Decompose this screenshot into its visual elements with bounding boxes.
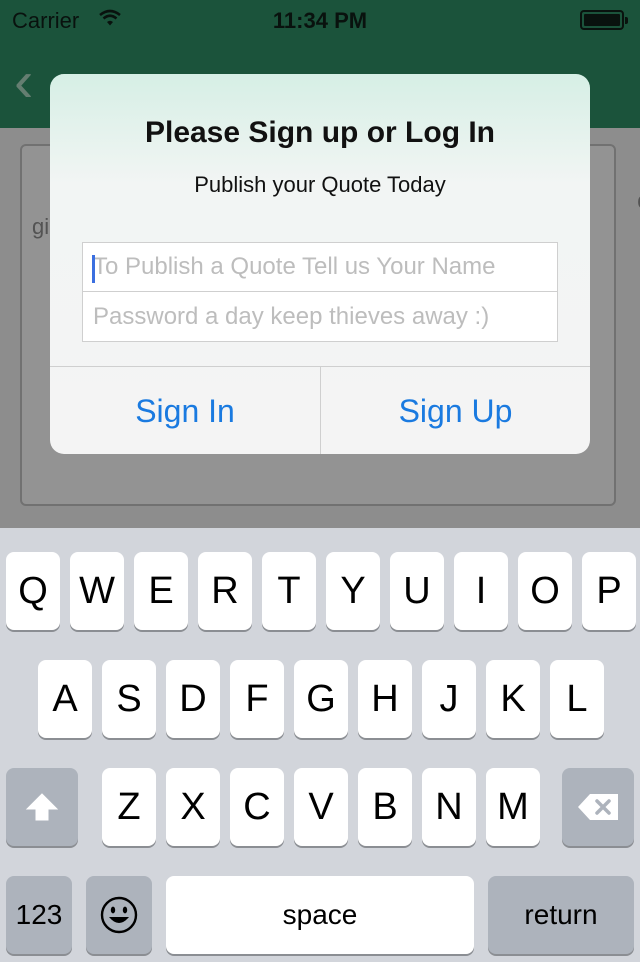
key-q[interactable]: Q: [6, 552, 60, 630]
alert-message: Publish your Quote Today: [194, 172, 446, 197]
key-k[interactable]: K: [486, 660, 540, 738]
key-r[interactable]: R: [198, 552, 252, 630]
key-d[interactable]: D: [166, 660, 220, 738]
key-j[interactable]: J: [422, 660, 476, 738]
key-a[interactable]: A: [38, 660, 92, 738]
backspace-icon[interactable]: [562, 768, 634, 846]
alert-button-bar: Sign In Sign Up: [50, 366, 590, 454]
sign-in-alert: Please Sign up or Log In Publish your Qu…: [50, 74, 590, 454]
key-x[interactable]: X: [166, 768, 220, 846]
return-key[interactable]: return: [488, 876, 634, 954]
key-u[interactable]: U: [390, 552, 444, 630]
emoji-icon[interactable]: [86, 876, 152, 954]
key-p[interactable]: P: [582, 552, 636, 630]
key-h[interactable]: H: [358, 660, 412, 738]
key-w[interactable]: W: [70, 552, 124, 630]
space-key[interactable]: space: [166, 876, 474, 954]
name-input[interactable]: [83, 243, 557, 291]
key-i[interactable]: I: [454, 552, 508, 630]
key-e[interactable]: E: [134, 552, 188, 630]
key-c[interactable]: C: [230, 768, 284, 846]
key-y[interactable]: Y: [326, 552, 380, 630]
password-input[interactable]: [83, 292, 557, 341]
key-g[interactable]: G: [294, 660, 348, 738]
key-n[interactable]: N: [422, 768, 476, 846]
name-field[interactable]: [82, 242, 558, 292]
numbers-key[interactable]: 123: [6, 876, 72, 954]
keyboard: Q W E R T Y U I O P A S D F G H J K L Z …: [0, 528, 640, 960]
key-z[interactable]: Z: [102, 768, 156, 846]
key-s[interactable]: S: [102, 660, 156, 738]
key-v[interactable]: V: [294, 768, 348, 846]
text-caret: [92, 255, 95, 283]
key-f[interactable]: F: [230, 660, 284, 738]
sign-in-button[interactable]: Sign In: [50, 367, 320, 454]
key-b[interactable]: B: [358, 768, 412, 846]
key-m[interactable]: M: [486, 768, 540, 846]
sign-up-button[interactable]: Sign Up: [321, 367, 590, 454]
shift-icon[interactable]: [6, 768, 78, 846]
key-t[interactable]: T: [262, 552, 316, 630]
key-l[interactable]: L: [550, 660, 604, 738]
key-o[interactable]: O: [518, 552, 572, 630]
password-field[interactable]: [82, 292, 558, 342]
alert-title: Please Sign up or Log In: [144, 116, 496, 149]
